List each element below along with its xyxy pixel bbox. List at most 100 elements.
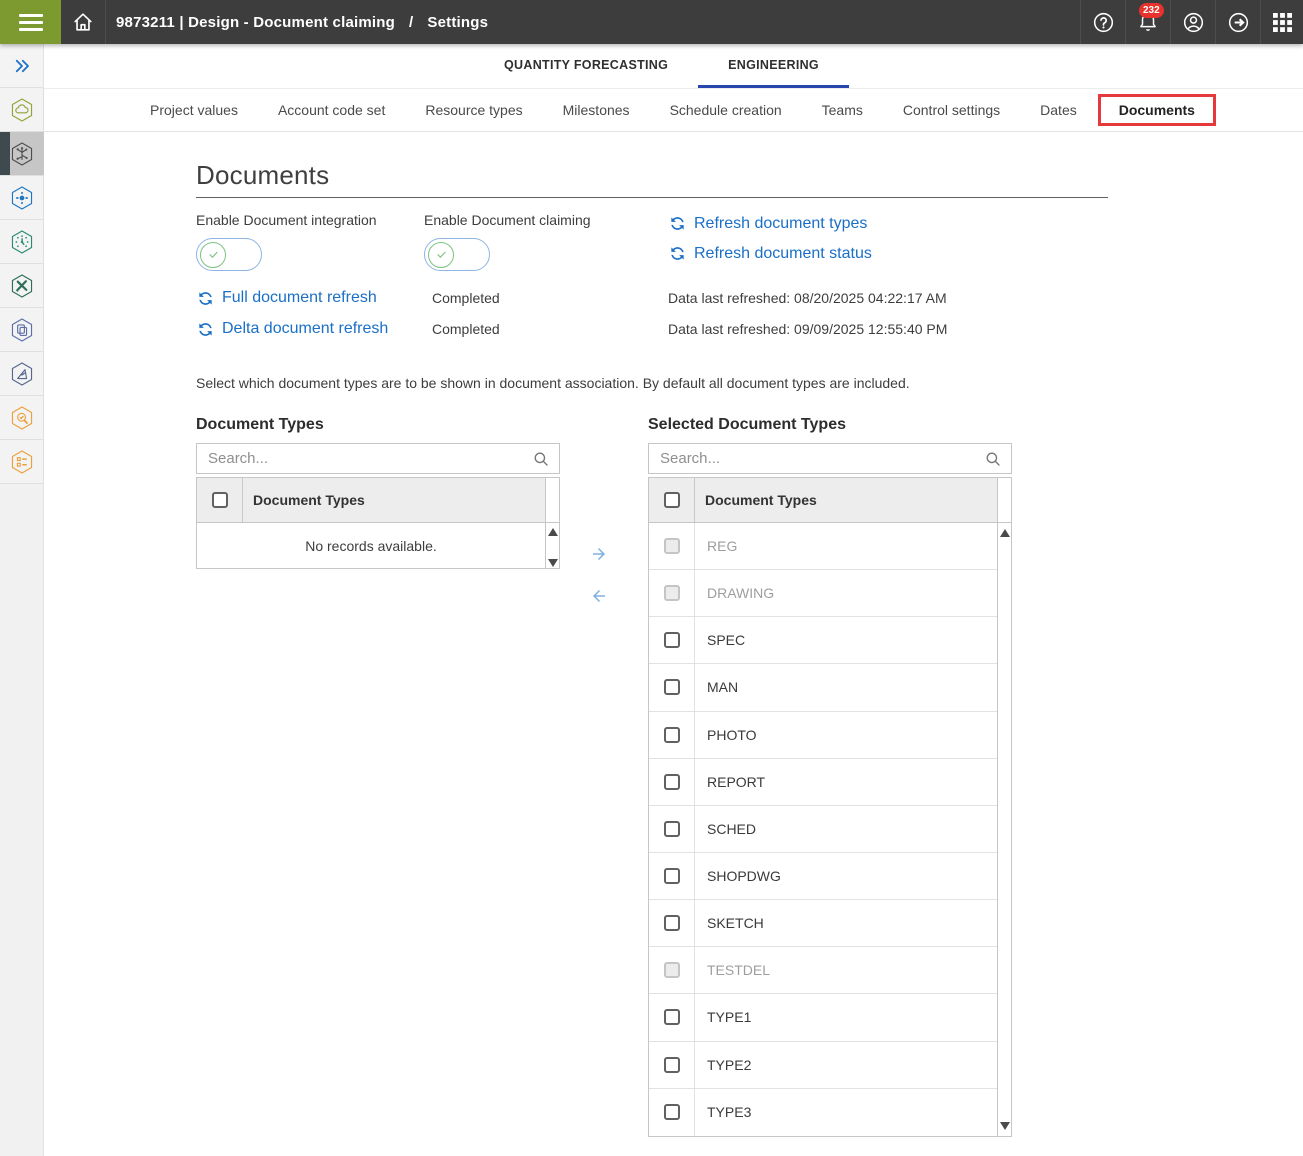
module-tab-label: QUANTITY FORECASTING <box>504 58 668 72</box>
hamburger-menu-button[interactable] <box>0 0 61 44</box>
help-button[interactable] <box>1081 0 1125 44</box>
table-scrollbar[interactable] <box>997 478 1011 1136</box>
account-button[interactable] <box>1171 0 1215 44</box>
row-checkbox-cell <box>649 759 695 805</box>
row-checkbox[interactable] <box>664 1104 680 1120</box>
module-tabs: QUANTITY FORECASTING ENGINEERING <box>44 44 1303 88</box>
row-checkbox[interactable] <box>664 727 680 743</box>
settings-tab-milestones[interactable]: Milestones <box>543 89 650 131</box>
selected-document-types-panel: Selected Document Types Document Types <box>648 416 1012 1137</box>
document-type-label: MAN <box>695 664 997 710</box>
table-scrollbar[interactable] <box>545 478 559 568</box>
header-checkbox-cell <box>197 478 243 522</box>
settings-tab-project-values[interactable]: Project values <box>130 89 258 131</box>
full-refresh-status: Completed <box>424 289 668 320</box>
sign-out-icon <box>1227 11 1250 34</box>
settings-tab-box: Project values <box>150 102 238 118</box>
sidebar-item-schedule[interactable] <box>0 220 44 264</box>
sidebar-item-estimate[interactable] <box>0 352 44 396</box>
sidebar-item-cloud[interactable] <box>0 88 44 132</box>
toggle-check-knob <box>428 242 454 268</box>
row-checkbox-cell <box>649 1042 695 1088</box>
row-checkbox[interactable] <box>664 1057 680 1073</box>
document-types-table-header: Document Types <box>197 478 545 522</box>
module-tab-engineering[interactable]: ENGINEERING <box>698 44 849 88</box>
document-type-row: DRAWING <box>649 570 997 617</box>
refresh-document-status-link[interactable]: Refresh document status <box>668 244 1108 263</box>
sidebar-item-inspect-check[interactable] <box>0 396 44 440</box>
module-tab-quantity-forecasting[interactable]: QUANTITY FORECASTING <box>474 44 698 88</box>
selected-document-types-search-input[interactable] <box>660 450 984 467</box>
settings-tab-dates[interactable]: Dates <box>1020 89 1097 131</box>
scroll-up-arrow-icon[interactable] <box>548 528 558 536</box>
document-type-row: REPORT <box>649 759 997 806</box>
empty-message: No records available. <box>197 523 545 569</box>
column-header: Document Types <box>243 478 545 522</box>
sidebar-item-form-list[interactable] <box>0 440 44 484</box>
title-rule <box>196 197 1108 198</box>
refresh-icon <box>192 285 219 312</box>
document-type-label: DRAWING <box>695 570 997 616</box>
settings-tab-schedule-creation[interactable]: Schedule creation <box>650 89 802 131</box>
cloud-hexagon-icon <box>9 97 35 123</box>
notifications-badge: 232 <box>1139 3 1164 18</box>
settings-tab-resource-types[interactable]: Resource types <box>405 89 542 131</box>
document-type-row: SCHED <box>649 806 997 853</box>
module-tab-label: ENGINEERING <box>728 58 819 72</box>
row-checkbox[interactable] <box>664 774 680 790</box>
breadcrumb-section[interactable]: Settings <box>427 14 488 31</box>
row-checkbox[interactable] <box>664 868 680 884</box>
app-launcher-button[interactable] <box>1261 0 1303 44</box>
row-checkbox[interactable] <box>664 915 680 931</box>
row-checkbox[interactable] <box>664 1009 680 1025</box>
move-right-button[interactable] <box>590 545 608 563</box>
document-types-table: Document Types No records available. <box>196 477 560 569</box>
full-document-refresh-link[interactable]: Full document refresh <box>196 289 424 320</box>
document-type-label: TYPE1 <box>695 994 997 1040</box>
column-header: Document Types <box>695 478 997 522</box>
move-left-button[interactable] <box>590 587 608 605</box>
sign-out-button[interactable] <box>1216 0 1260 44</box>
scroll-up-arrow-icon[interactable] <box>1000 529 1010 537</box>
sidebar-item-connected-analytics[interactable] <box>0 132 44 176</box>
design-tools-hexagon-icon <box>9 273 35 299</box>
connected-analytics-hexagon-icon <box>9 141 35 167</box>
row-checkbox[interactable] <box>664 679 680 695</box>
settings-tab-box: Teams <box>822 102 863 118</box>
settings-tab-account-code-set[interactable]: Account code set <box>258 89 405 131</box>
settings-tab-documents[interactable]: Documents <box>1097 89 1217 131</box>
sidebar-item-control-hub[interactable] <box>0 176 44 220</box>
document-types-search-input[interactable] <box>208 450 532 467</box>
sidebar-expand-button[interactable] <box>0 44 43 88</box>
notifications-button[interactable]: 232 <box>1126 0 1170 44</box>
document-type-row: SPEC <box>649 617 997 664</box>
full-document-refresh-label: Full document refresh <box>222 289 377 306</box>
scroll-down-arrow-icon[interactable] <box>1000 1122 1010 1130</box>
table-header-separator <box>197 522 559 523</box>
delta-document-refresh-link[interactable]: Delta document refresh <box>196 320 424 351</box>
select-all-checkbox[interactable] <box>212 492 228 508</box>
row-checkbox-cell <box>649 1089 695 1136</box>
settings-tab-label: Documents <box>1119 102 1195 118</box>
breadcrumb-project[interactable]: 9873211 | Design - Document claiming <box>116 14 395 31</box>
refresh-document-types-link[interactable]: Refresh document types <box>668 214 1108 233</box>
refresh-document-types-label: Refresh document types <box>694 215 867 232</box>
document-type-row: TYPE1 <box>649 994 997 1041</box>
enable-document-integration-toggle[interactable] <box>196 238 262 271</box>
settings-tab-teams[interactable]: Teams <box>802 89 883 131</box>
enable-document-claiming-toggle[interactable] <box>424 238 490 271</box>
sidebar-item-documents-copy[interactable] <box>0 308 44 352</box>
double-chevron-right-icon <box>13 57 31 75</box>
selected-document-types-table-header: Document Types <box>649 478 997 522</box>
document-type-label: REG <box>695 523 997 569</box>
sidebar-filler <box>0 484 43 1156</box>
home-button[interactable] <box>61 0 105 44</box>
settings-tab-label: Teams <box>822 102 863 118</box>
select-all-checkbox[interactable] <box>664 492 680 508</box>
sidebar-item-design-tools[interactable] <box>0 264 44 308</box>
row-checkbox[interactable] <box>664 632 680 648</box>
row-checkbox[interactable] <box>664 821 680 837</box>
scroll-down-arrow-icon[interactable] <box>548 559 558 567</box>
row-checkbox-cell <box>649 994 695 1040</box>
settings-tab-control-settings[interactable]: Control settings <box>883 89 1020 131</box>
